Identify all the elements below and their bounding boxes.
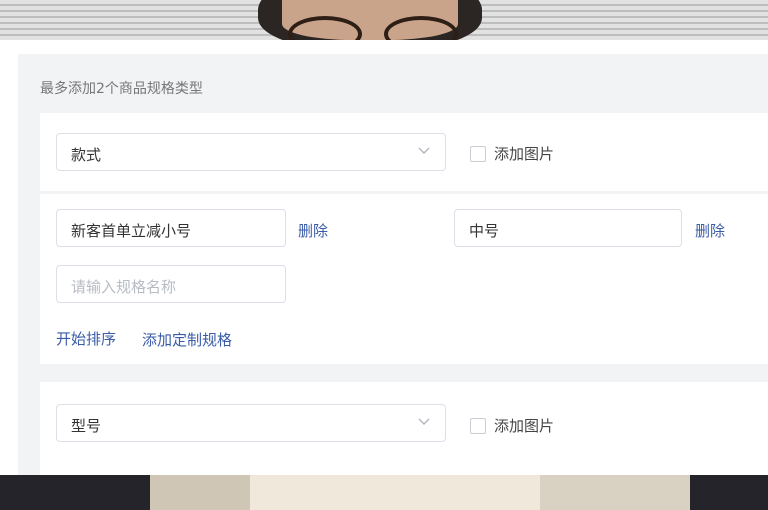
- glasses: [288, 16, 458, 52]
- spec-type-select-1[interactable]: 款式: [56, 133, 446, 171]
- add-image-label: 添加图片: [494, 417, 555, 435]
- new-spec-value-input[interactable]: 请输入规格名称: [56, 265, 286, 303]
- add-image-checkbox-1[interactable]: 添加图片: [470, 143, 554, 164]
- shoulder: [540, 475, 690, 510]
- spec-value-input-2[interactable]: 中号: [454, 209, 682, 247]
- spec-value-text: 新客首单立减小号: [71, 222, 192, 240]
- spec-group-2-header: 型号 添加图片: [40, 382, 768, 475]
- delete-value-2-button[interactable]: 删除: [695, 220, 725, 241]
- spec-group-1-values: 新客首单立减小号 删除 中号 删除 请输入规格名称 开始排序 添加定制规格: [40, 194, 768, 364]
- chevron-down-icon: [418, 147, 430, 154]
- new-spec-value-placeholder: 请输入规格名称: [71, 278, 177, 296]
- add-image-checkbox-2[interactable]: 添加图片: [470, 415, 554, 436]
- spec-hint: 最多添加2个商品规格类型: [40, 81, 203, 97]
- checkbox-icon[interactable]: [470, 145, 486, 162]
- checkbox-icon[interactable]: [470, 417, 486, 434]
- spec-group-1-header: 款式 添加图片: [40, 113, 768, 191]
- add-custom-spec-button[interactable]: 添加定制规格: [142, 329, 232, 350]
- chevron-down-icon: [418, 418, 430, 425]
- spec-type-select-2[interactable]: 型号: [56, 404, 446, 442]
- spec-value-text: 中号: [469, 222, 500, 240]
- sweater-shadow: [150, 475, 250, 510]
- spec-type-value: 款式: [71, 146, 102, 164]
- spec-panel: 最多添加2个商品规格类型 款式 添加图片 新客首单立减小号 删除 中号 删除 请…: [0, 40, 768, 475]
- add-image-label: 添加图片: [494, 145, 555, 163]
- spec-type-value: 型号: [71, 417, 102, 435]
- delete-value-1-button[interactable]: 删除: [298, 220, 328, 241]
- start-sort-button[interactable]: 开始排序: [56, 328, 116, 349]
- background-photo-top: [0, 0, 768, 52]
- spec-value-input-1[interactable]: 新客首单立减小号: [56, 209, 286, 247]
- background-photo-bottom: [0, 475, 768, 510]
